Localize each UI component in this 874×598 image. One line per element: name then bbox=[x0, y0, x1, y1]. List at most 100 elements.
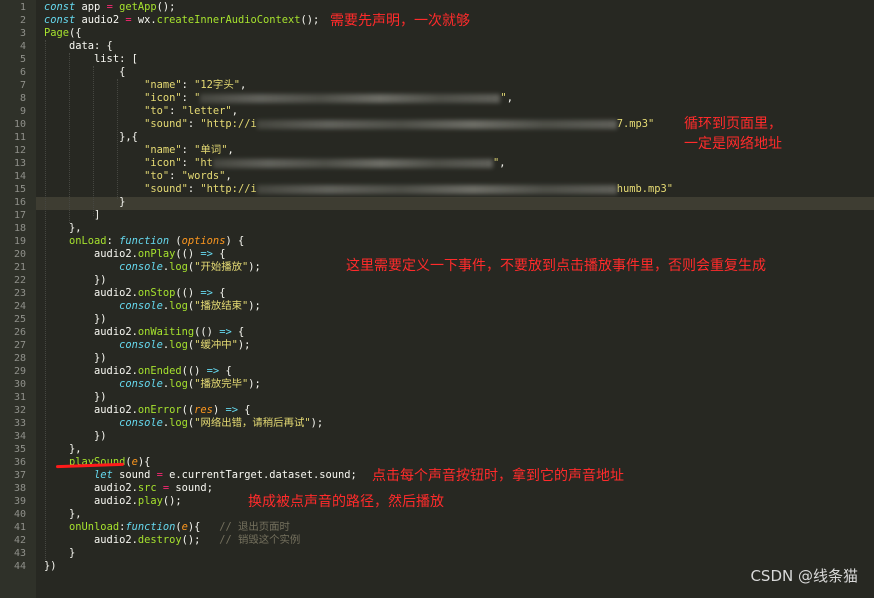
line-number: 9 bbox=[19, 106, 26, 117]
line-number: 2 bbox=[19, 15, 26, 26]
line-number: 20 bbox=[13, 249, 26, 260]
line-number: 26 bbox=[13, 327, 26, 338]
code-line-39: audio2.play(); bbox=[44, 495, 182, 507]
line-number: 7 bbox=[19, 80, 26, 91]
line-number: 14 bbox=[13, 171, 26, 182]
code-line-4: data: { bbox=[44, 40, 113, 52]
code-line-21: console.log("开始播放"); bbox=[119, 261, 261, 273]
line-number: 16 bbox=[13, 197, 26, 208]
code-line-33: console.log("网络出错，请稍后再试"); bbox=[119, 417, 324, 429]
line-number: 33 bbox=[13, 418, 26, 429]
annotation-loop-1: 循环到页面里， bbox=[684, 116, 782, 132]
watermark: CSDN @线条猫 bbox=[750, 567, 858, 585]
code-line-16: } bbox=[44, 196, 126, 208]
code-line-27: console.log("缓冲中"); bbox=[119, 339, 251, 351]
code-line-1: const app = getApp(); bbox=[44, 1, 176, 13]
code-line-35: }, bbox=[44, 443, 82, 455]
code-line-19: onLoad: function (options) { bbox=[69, 235, 245, 247]
line-number: 35 bbox=[13, 444, 26, 455]
line-number: 24 bbox=[13, 301, 26, 312]
line-number: 10 bbox=[13, 119, 26, 130]
line-number: 37 bbox=[13, 470, 26, 481]
line-number: 15 bbox=[13, 184, 26, 195]
code-line-18: }, bbox=[44, 222, 82, 234]
current-line-highlight bbox=[36, 197, 874, 210]
line-number: 41 bbox=[13, 522, 26, 533]
code-line-32: audio2.onError((res) => { bbox=[44, 404, 251, 416]
code-line-25: }) bbox=[44, 313, 107, 325]
annotation-declare: 需要先声明，一次就够 bbox=[330, 13, 470, 29]
line-number: 32 bbox=[13, 405, 26, 416]
code-line-44: }) bbox=[44, 560, 57, 572]
code-line-17: ] bbox=[44, 209, 101, 221]
code-line-41: onUnload:function(e){ // 退出页面时 bbox=[69, 521, 290, 533]
line-number: 3 bbox=[19, 28, 26, 39]
line-number: 4 bbox=[19, 41, 26, 52]
code-line-31: }) bbox=[44, 391, 107, 403]
code-line-14: "to": "words", bbox=[144, 170, 232, 182]
code-line-15: "sound": "http://i humb.mp3" bbox=[144, 183, 674, 195]
line-number: 21 bbox=[13, 262, 26, 273]
line-number: 34 bbox=[13, 431, 26, 442]
code-line-6: { bbox=[44, 66, 126, 78]
code-line-13: "icon": "ht ", bbox=[144, 157, 506, 169]
line-number: 25 bbox=[13, 314, 26, 325]
line-number: 29 bbox=[13, 366, 26, 377]
redacted-text bbox=[212, 158, 493, 168]
line-number: 22 bbox=[13, 275, 26, 286]
line-number: 42 bbox=[13, 535, 26, 546]
line-number: 30 bbox=[13, 379, 26, 390]
code-line-5: list: [ bbox=[44, 53, 138, 65]
code-line-8: "icon": " ", bbox=[144, 92, 513, 104]
line-number: 17 bbox=[13, 210, 26, 221]
line-number: 6 bbox=[19, 67, 26, 78]
redacted-text bbox=[200, 93, 501, 103]
code-line-28: }) bbox=[44, 352, 107, 364]
line-number: 13 bbox=[13, 158, 26, 169]
line-number: 1 bbox=[19, 2, 26, 13]
line-number: 39 bbox=[13, 496, 26, 507]
code-line-38: audio2.src = sound; bbox=[44, 482, 213, 494]
code-line-2: const audio2 = wx.createInnerAudioContex… bbox=[44, 14, 320, 26]
line-number: 28 bbox=[13, 353, 26, 364]
annotation-click: 点击每个声音按钮时，拿到它的声音地址 bbox=[372, 468, 624, 484]
line-number: 38 bbox=[13, 483, 26, 494]
code-line-42: audio2.destroy(); // 销毁这个实例 bbox=[44, 534, 301, 546]
redacted-text bbox=[256, 119, 617, 129]
code-line-43: } bbox=[44, 547, 76, 559]
annotation-loop-2: 一定是网络地址 bbox=[684, 136, 782, 152]
line-number: 5 bbox=[19, 54, 26, 65]
code-line-34: }) bbox=[44, 430, 107, 442]
redacted-text bbox=[256, 184, 617, 194]
code-line-9: "to": "letter", bbox=[144, 105, 238, 117]
line-number: 31 bbox=[13, 392, 26, 403]
line-number: 11 bbox=[13, 132, 26, 143]
code-line-20: audio2.onPlay(() => { bbox=[44, 248, 226, 260]
line-number: 40 bbox=[13, 509, 26, 520]
code-line-40: }, bbox=[44, 508, 82, 520]
code-line-24: console.log("播放结束"); bbox=[119, 300, 261, 312]
line-number: 8 bbox=[19, 93, 26, 104]
line-number: 36 bbox=[13, 457, 26, 468]
line-number: 44 bbox=[13, 561, 26, 572]
code-line-37: let sound = e.currentTarget.dataset.soun… bbox=[94, 469, 357, 481]
code-line-12: "name": "单词", bbox=[144, 144, 234, 156]
line-number-gutter: 1 2 3 4 5 6 7 8 9 10 11 12 13 14 15 16 17 18 19 20 21 22 23 24 2… bbox=[0, 0, 36, 598]
code-line-22: }) bbox=[44, 274, 107, 286]
line-number: 19 bbox=[13, 236, 26, 247]
code-line-26: audio2.onWaiting(() => { bbox=[44, 326, 245, 338]
code-line-10: "sound": "http://i 7.mp3" bbox=[144, 118, 655, 130]
code-line-11: },{ bbox=[44, 131, 138, 143]
annotation-switch: 换成被点声音的路径，然后播放 bbox=[248, 494, 444, 510]
line-number: 27 bbox=[13, 340, 26, 351]
line-number: 18 bbox=[13, 223, 26, 234]
code-line-23: audio2.onStop(() => { bbox=[44, 287, 226, 299]
annotation-events: 这里需要定义一下事件，不要放到点击播放事件里，否则会重复生成 bbox=[346, 258, 766, 274]
code-line-29: audio2.onEnded(() => { bbox=[44, 365, 232, 377]
line-number: 23 bbox=[13, 288, 26, 299]
code-line-3: Page({ bbox=[44, 27, 82, 39]
code-line-30: console.log("播放完毕"); bbox=[119, 378, 261, 390]
line-number: 12 bbox=[13, 145, 26, 156]
code-line-7: "name": "12字头", bbox=[144, 79, 247, 91]
line-number: 43 bbox=[13, 548, 26, 559]
